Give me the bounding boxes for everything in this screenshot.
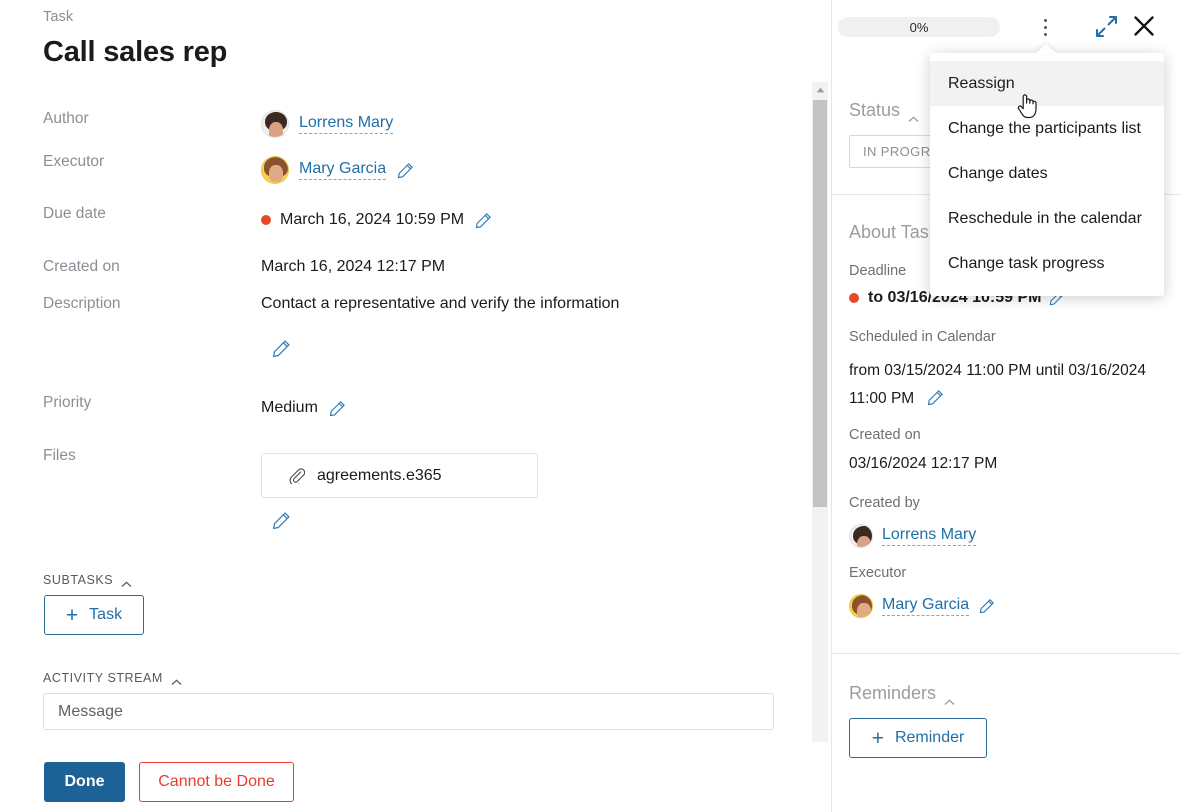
status-section-heading[interactable]: Status — [849, 100, 919, 122]
avatar — [261, 156, 289, 184]
executor-value: Mary Garcia — [261, 156, 414, 184]
avatar — [261, 110, 289, 138]
description-value: Contact a representative and verify the … — [261, 295, 620, 312]
author-value: Lorrens Mary — [261, 110, 394, 138]
priority-value: Medium — [261, 399, 346, 417]
task-actions-dropdown: Reassign Change the participants list Ch… — [930, 53, 1164, 296]
avatar — [849, 594, 873, 618]
description-label: Description — [43, 295, 121, 312]
created-by-label: Created by — [849, 495, 920, 511]
avatar — [849, 524, 873, 548]
executor-sidebar-label: Executor — [849, 565, 907, 581]
scheduled-text: from 03/15/2024 11:00 PM until 03/16/202… — [849, 362, 1147, 407]
add-reminder-label: Reminder — [894, 729, 965, 746]
about-task-heading[interactable]: About Task — [849, 222, 938, 243]
add-reminder-button[interactable]: + Reminder — [849, 718, 987, 758]
page-title: Call sales rep — [43, 36, 228, 68]
reminders-heading[interactable]: Reminders — [849, 683, 955, 705]
paperclip-icon — [288, 467, 305, 484]
close-icon[interactable] — [1128, 10, 1160, 42]
add-subtask-button[interactable]: + Task — [44, 595, 144, 635]
executor-link[interactable]: Mary Garcia — [299, 160, 387, 180]
vertical-scrollbar-thumb[interactable] — [813, 100, 827, 507]
due-date-value: March 16, 2024 10:59 PM — [261, 211, 492, 229]
chevron-up-icon — [944, 690, 955, 705]
created-by-link[interactable]: Lorrens Mary — [882, 526, 977, 546]
scheduled-in-calendar-label: Scheduled in Calendar — [849, 329, 996, 345]
edit-executor-sidebar-pencil-icon[interactable] — [979, 598, 995, 614]
created-on-sidebar-value: 03/16/2024 12:17 PM — [849, 455, 998, 472]
kebab-menu-icon[interactable] — [1035, 12, 1055, 42]
priority-label: Priority — [43, 394, 92, 411]
task-detail-window: Task Call sales rep Author Lorrens Mary … — [0, 0, 1181, 812]
chevron-up-icon — [908, 107, 919, 122]
priority-text: Medium — [261, 399, 318, 416]
scroll-up-arrow-icon[interactable] — [812, 82, 828, 98]
executor-label: Executor — [43, 153, 105, 170]
progress-bar[interactable]: 0% — [838, 17, 1000, 37]
due-date-text: March 16, 2024 10:59 PM — [280, 211, 465, 228]
scheduled-in-calendar-value: from 03/15/2024 11:00 PM until 03/16/202… — [849, 357, 1181, 413]
reminders-heading-label: Reminders — [849, 683, 937, 703]
about-task-heading-label: About Task — [849, 222, 938, 242]
overdue-dot-icon — [849, 293, 859, 303]
deadline-label: Deadline — [849, 263, 907, 279]
edit-executor-pencil-icon[interactable] — [397, 162, 414, 179]
files-label: Files — [43, 447, 76, 464]
created-on-sidebar-label: Created on — [849, 427, 921, 443]
edit-schedule-pencil-icon[interactable] — [927, 389, 944, 406]
author-label: Author — [43, 110, 89, 127]
add-subtask-label: Task — [89, 606, 123, 623]
edit-priority-pencil-icon[interactable] — [329, 400, 346, 417]
menu-item-reassign[interactable]: Reassign — [930, 61, 1164, 106]
activity-stream-heading[interactable]: ACTIVITY STREAM — [43, 671, 182, 685]
created-on-label: Created on — [43, 258, 120, 275]
menu-item-change-dates[interactable]: Change dates — [930, 151, 1164, 196]
file-name: agreements.e365 — [317, 466, 442, 484]
chevron-up-icon — [171, 675, 182, 685]
edit-files-pencil-icon[interactable] — [272, 511, 291, 535]
edit-due-date-pencil-icon[interactable] — [475, 212, 492, 229]
created-on-value: March 16, 2024 12:17 PM — [261, 258, 446, 275]
due-date-label: Due date — [43, 205, 106, 222]
cannot-be-done-button[interactable]: Cannot be Done — [139, 762, 294, 802]
file-attachment[interactable]: agreements.e365 — [261, 453, 538, 498]
subtasks-heading-label: SUBTASKS — [43, 573, 114, 587]
overdue-dot-icon — [261, 215, 271, 225]
expand-icon[interactable] — [1090, 10, 1122, 42]
menu-item-change-task-progress[interactable]: Change task progress — [930, 241, 1164, 286]
menu-item-change-participants[interactable]: Change the participants list — [930, 106, 1164, 151]
divider — [832, 653, 1181, 654]
done-button[interactable]: Done — [44, 762, 125, 802]
author-link[interactable]: Lorrens Mary — [299, 114, 394, 134]
activity-stream-heading-label: ACTIVITY STREAM — [43, 671, 163, 685]
message-input[interactable] — [43, 693, 774, 730]
created-by-value: Lorrens Mary — [849, 524, 977, 548]
chevron-up-icon — [121, 577, 132, 587]
plus-icon: + — [871, 726, 884, 750]
subtasks-heading[interactable]: SUBTASKS — [43, 573, 132, 587]
status-heading-label: Status — [849, 100, 901, 120]
plus-icon: + — [65, 603, 79, 627]
executor-sidebar-link[interactable]: Mary Garcia — [882, 596, 970, 616]
task-main-panel: Task Call sales rep Author Lorrens Mary … — [0, 0, 800, 812]
edit-description-pencil-icon[interactable] — [272, 339, 291, 363]
entity-type-label: Task — [43, 9, 74, 25]
executor-sidebar-value: Mary Garcia — [849, 594, 995, 618]
progress-label: 0% — [909, 19, 929, 35]
menu-item-reschedule-calendar[interactable]: Reschedule in the calendar — [930, 196, 1164, 241]
